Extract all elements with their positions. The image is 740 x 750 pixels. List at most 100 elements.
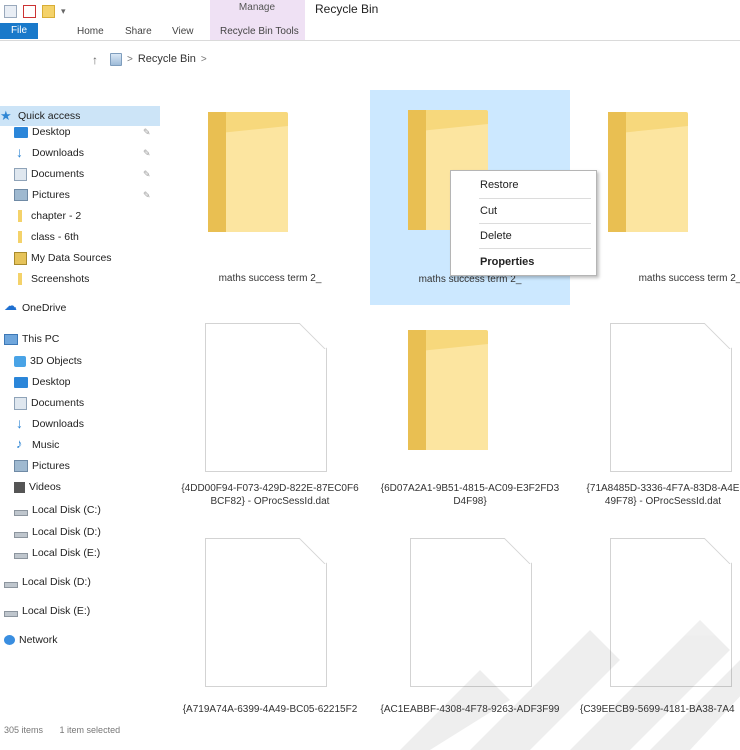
sidebar-item-label: Screenshots <box>31 273 90 285</box>
downloads-icon <box>14 144 28 160</box>
checkbox-icon[interactable] <box>23 5 36 18</box>
star-icon <box>0 108 14 124</box>
documents-icon <box>14 396 27 410</box>
selection-count: 1 item selected <box>59 725 121 735</box>
sidebar-item-desktop-pc[interactable]: Desktop <box>0 372 174 392</box>
customize-toolbar-icon[interactable]: ▾ <box>61 6 66 17</box>
tab-view[interactable]: View <box>172 24 194 40</box>
sidebar-item-label: chapter - 2 <box>31 210 82 222</box>
item-name: {71A8485D-3336-4F7A-83D8-A4E 49F78} - OP… <box>586 483 740 507</box>
sidebar-item-downloads-pc[interactable]: Downloads <box>0 414 174 434</box>
context-menu: Restore Cut Delete Properties <box>450 170 597 276</box>
disk-icon <box>14 552 28 559</box>
sidebar-item-label: Pictures <box>32 460 70 472</box>
item-count: 305 items <box>4 725 44 735</box>
pin-icon: ✎ <box>143 168 151 179</box>
file-item[interactable]: {6D07A2A1-9B51-4815-AC09-E3F2FD3 D4F98} <box>370 310 570 525</box>
sidebar-item-desktop[interactable]: Desktop ✎ <box>0 122 174 142</box>
item-name: maths success term 2_ <box>638 273 740 284</box>
file-item[interactable]: {AC1EABBF-4308-4F78-9263-ADF3F99 <box>370 525 570 725</box>
menu-item-cut[interactable]: Cut <box>451 199 596 223</box>
address-bar[interactable]: > Recycle Bin > <box>110 50 730 68</box>
sidebar-item-local-disk-e-2[interactable]: Local Disk (E:) <box>0 601 164 621</box>
desktop-icon <box>14 376 28 388</box>
sidebar-item-label: OneDrive <box>22 302 67 314</box>
sidebar-item-network[interactable]: Network <box>0 630 164 650</box>
pin-icon: ✎ <box>143 189 151 200</box>
sidebar-item-label: Local Disk (C:) <box>32 504 101 516</box>
pin-icon: ✎ <box>143 147 151 158</box>
pc-icon <box>4 333 18 345</box>
sidebar-item-pictures[interactable]: Pictures ✎ <box>0 185 174 205</box>
page-fold-icon <box>503 538 531 564</box>
navigation-pane: Quick access Desktop ✎ Downloads ✎ Docum… <box>0 100 160 720</box>
sidebar-item-3d-objects[interactable]: 3D Objects <box>0 351 174 371</box>
tab-home[interactable]: Home <box>77 24 104 40</box>
sidebar-item-documents-pc[interactable]: Documents <box>0 393 174 413</box>
sidebar-item-local-disk-c[interactable]: Local Disk (C:) <box>0 500 174 520</box>
sidebar-item-label: class - 6th <box>31 231 79 243</box>
sidebar-item-local-disk-d[interactable]: Local Disk (D:) <box>0 522 174 542</box>
sidebar-item-label: Documents <box>31 397 85 409</box>
disk-icon <box>4 581 18 588</box>
sidebar-item-label: Local Disk (D:) <box>32 526 101 538</box>
tab-recycle-bin-tools[interactable]: Recycle Bin Tools <box>220 24 299 40</box>
properties-icon[interactable] <box>4 5 17 18</box>
sidebar-item-this-pc[interactable]: This PC <box>0 329 164 349</box>
sidebar-item-screenshots[interactable]: Screenshots <box>0 269 174 289</box>
disk-icon <box>4 610 18 617</box>
sidebar-item-local-disk-d-2[interactable]: Local Disk (D:) <box>0 572 164 592</box>
sidebar-item-label: Local Disk (D:) <box>22 576 91 588</box>
file-item[interactable]: {A719A74A-6399-4A49-BC05-62215F2 <box>165 525 365 725</box>
3d-objects-icon <box>14 355 26 367</box>
up-arrow-icon[interactable]: ↑ <box>92 53 98 67</box>
disk-icon <box>14 509 28 516</box>
sidebar-item-downloads[interactable]: Downloads ✎ <box>0 143 174 163</box>
sidebar-item-label: Local Disk (E:) <box>22 605 91 617</box>
menu-item-properties[interactable]: Properties <box>451 250 596 274</box>
status-bar: 305 items 1 item selected <box>0 726 200 735</box>
page-fold-icon <box>298 323 326 349</box>
menu-item-delete[interactable]: Delete <box>451 224 596 248</box>
file-item[interactable]: {C39EECB9-5699-4181-BA38-7A4 <box>570 525 740 725</box>
sidebar-item-class-6th[interactable]: class - 6th <box>0 227 174 247</box>
sidebar-item-music[interactable]: Music <box>0 435 174 455</box>
sidebar-item-documents[interactable]: Documents ✎ <box>0 164 174 184</box>
sidebar-item-label: Music <box>32 439 60 451</box>
folder-icon <box>18 210 22 222</box>
pin-icon: ✎ <box>143 126 151 137</box>
menu-item-restore[interactable]: Restore <box>451 173 596 197</box>
file-item[interactable]: maths success term 2_ <box>170 92 370 307</box>
title-bar: ▾ Manage Recycle Bin <box>0 0 740 40</box>
tab-share[interactable]: Share <box>125 24 152 40</box>
sidebar-item-label: Desktop <box>32 376 71 388</box>
sidebar-item-my-data-sources[interactable]: My Data Sources <box>0 248 174 268</box>
address-bar-row: ↑ > Recycle Bin > <box>0 46 740 72</box>
folder-icon <box>208 112 288 232</box>
breadcrumb-recycle-bin[interactable]: Recycle Bin <box>138 53 196 65</box>
tab-file[interactable]: File <box>0 23 38 39</box>
sidebar-item-videos[interactable]: Videos <box>0 477 174 497</box>
sidebar-item-onedrive[interactable]: OneDrive <box>0 298 164 318</box>
new-folder-icon[interactable] <box>42 5 55 18</box>
chevron-right-icon[interactable]: > <box>201 54 207 65</box>
sidebar-item-label: Videos <box>29 481 61 493</box>
window-title: Recycle Bin <box>315 2 379 16</box>
sidebar-item-local-disk-e[interactable]: Local Disk (E:) <box>0 543 174 563</box>
item-name: {A719A74A-6399-4A49-BC05-62215F2 <box>182 704 358 715</box>
sidebar-item-label: This PC <box>22 333 60 345</box>
sidebar-item-pictures-pc[interactable]: Pictures <box>0 456 174 476</box>
file-item[interactable]: {71A8485D-3336-4F7A-83D8-A4E 49F78} - OP… <box>570 310 740 525</box>
chevron-right-icon[interactable]: > <box>127 54 133 65</box>
sidebar-item-label: Documents <box>31 168 85 180</box>
data-sources-icon <box>14 251 27 265</box>
sidebar-item-label: Pictures <box>32 189 70 201</box>
sidebar-item-label: Desktop <box>32 126 71 138</box>
manage-context-label: Manage <box>238 2 276 13</box>
item-name: {4DD00F94-F073-429D-822E-87EC0F6 BCF82} … <box>181 483 359 507</box>
item-name: {AC1EABBF-4308-4F78-9263-ADF3F99 <box>380 704 560 715</box>
sidebar-item-chapter-2[interactable]: chapter - 2 <box>0 206 174 226</box>
videos-icon <box>14 481 25 493</box>
file-item[interactable]: {4DD00F94-F073-429D-822E-87EC0F6 BCF82} … <box>165 310 365 525</box>
quick-access-toolbar: ▾ <box>4 5 66 18</box>
